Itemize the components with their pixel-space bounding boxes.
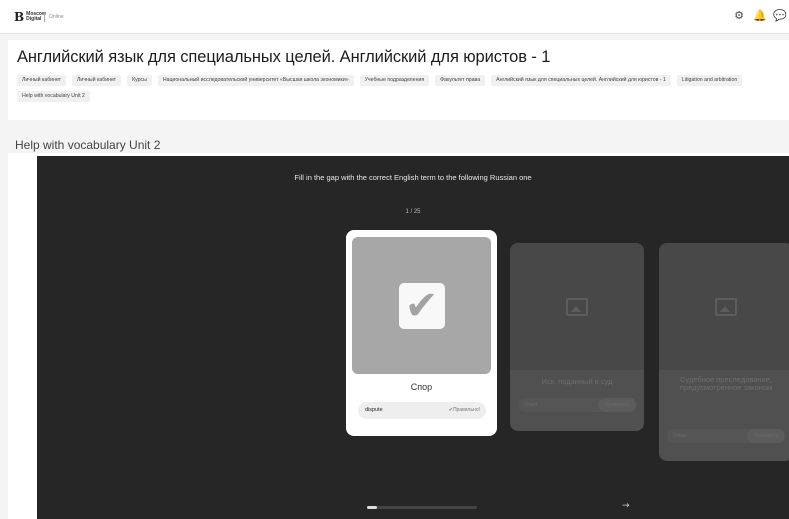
answer-placeholder: Ответ xyxy=(673,433,687,439)
next-card[interactable]: Иск, поданный в суд Ответ Проверить xyxy=(510,243,644,431)
breadcrumb-item[interactable]: Английский язык для специальных целей. А… xyxy=(491,75,671,86)
gear-icon[interactable]: ⚙ xyxy=(733,9,745,22)
card-term: Судебное преследование, предусмотренное … xyxy=(679,375,773,392)
progress-slider-fill xyxy=(367,506,377,509)
check-button[interactable]: Проверить xyxy=(747,429,785,443)
course-header: Английский язык для специальных целей. А… xyxy=(8,40,789,120)
card-image xyxy=(510,243,644,370)
answer-input[interactable]: Ответ Проверить xyxy=(667,429,785,443)
card-term: Спор xyxy=(410,382,433,392)
active-card: ✔ Спор dispute ✔Правильно! xyxy=(346,230,497,436)
bell-icon[interactable]: 🔔 xyxy=(753,9,767,22)
answer-value: dispute xyxy=(365,407,383,413)
image-placeholder-icon xyxy=(715,297,737,316)
breadcrumb-item[interactable]: Личный кабинет xyxy=(72,75,122,86)
answer-status-text: Правильно! xyxy=(452,407,480,413)
logo-name: Moscow Digital xyxy=(26,11,46,22)
progress-slider[interactable] xyxy=(367,506,477,509)
top-icons: ⚙ 🔔 💬 xyxy=(733,9,787,22)
instruction-text: Fill in the gap with the correct English… xyxy=(294,173,532,182)
chat-icon[interactable]: 💬 xyxy=(773,9,787,22)
next-arrow-icon[interactable]: → xyxy=(622,501,630,511)
answer-placeholder: Ответ xyxy=(524,402,538,408)
card-image xyxy=(659,243,789,370)
logo-separator xyxy=(44,12,46,22)
breadcrumb: Личный кабинет Личный кабинет Курсы Наци… xyxy=(17,75,777,102)
breadcrumb-item[interactable]: Help with vocabulary Unit 2 xyxy=(17,91,90,102)
flashcard-player: Fill in the gap with the correct English… xyxy=(37,156,789,519)
brand-logo[interactable]: B Moscow Digital Online xyxy=(14,11,65,23)
top-bar: B Moscow Digital Online ⚙ 🔔 💬 xyxy=(0,0,789,34)
logo-mark: B xyxy=(14,10,25,24)
page-title: Английский язык для специальных целей. А… xyxy=(17,48,551,66)
card-image: ✔ xyxy=(352,237,491,374)
next-card[interactable]: Судебное преследование, предусмотренное … xyxy=(659,243,789,461)
breadcrumb-item[interactable]: Litigation and arbitration xyxy=(676,75,743,86)
breadcrumb-item[interactable]: Личный кабинет xyxy=(17,75,67,86)
breadcrumb-item[interactable]: Факультет права xyxy=(435,75,486,86)
answer-status: ✔Правильно! xyxy=(448,407,480,413)
checkmark-icon: ✔ xyxy=(398,282,445,329)
breadcrumb-item[interactable]: Учебные подразделения xyxy=(359,75,430,86)
activity-title: Help with vocabulary Unit 2 xyxy=(15,138,161,152)
card-counter: 1 / 25 xyxy=(405,209,421,215)
image-placeholder-icon xyxy=(566,297,588,316)
breadcrumb-item[interactable]: Курсы xyxy=(127,75,152,86)
card-term: Иск, поданный в суд xyxy=(541,377,613,386)
logo-sub: Online xyxy=(49,13,64,20)
check-button[interactable]: Проверить xyxy=(598,398,636,412)
answer-field[interactable]: dispute ✔Правильно! xyxy=(358,402,486,419)
answer-input[interactable]: Ответ Проверить xyxy=(518,398,636,412)
breadcrumb-item[interactable]: Национальный исследовательский университ… xyxy=(157,75,354,86)
